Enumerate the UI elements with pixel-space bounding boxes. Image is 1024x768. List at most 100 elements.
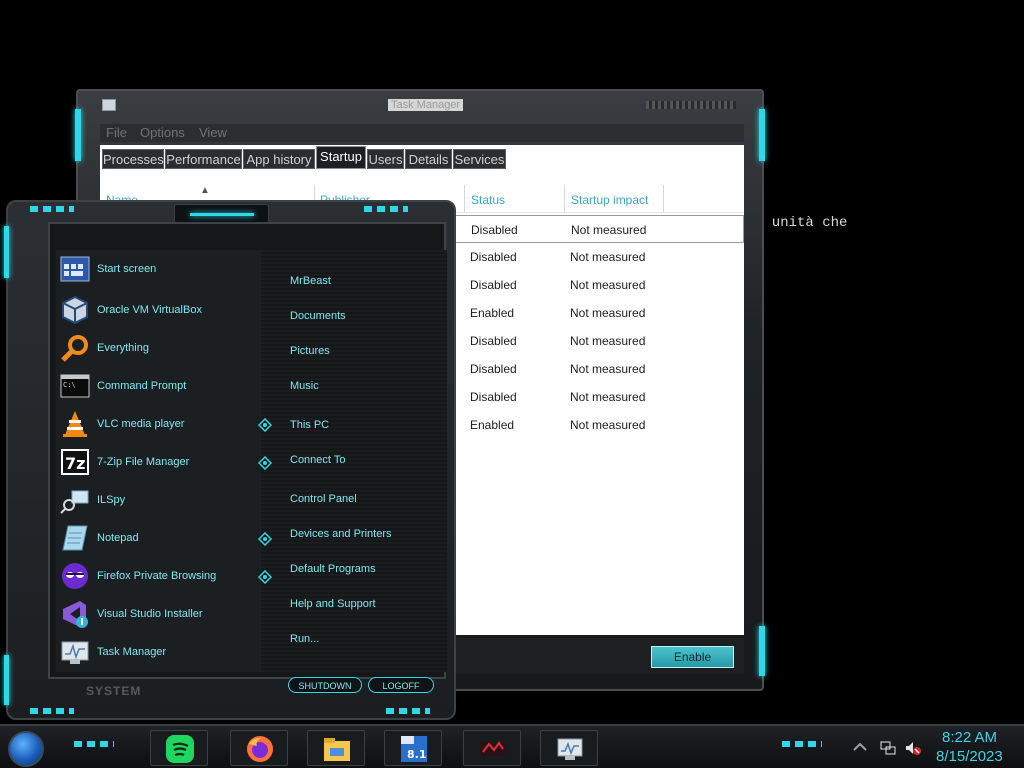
window-title: Task Manager [388,99,464,111]
column-divider[interactable] [663,185,664,213]
program-7zip[interactable]: 7z 7-Zip File Manager [58,445,258,481]
impact-cell: Not measured [570,250,646,264]
tab-processes[interactable]: Processes [102,149,164,169]
clock-time[interactable]: 8:22 AM [942,729,997,746]
column-divider[interactable] [464,185,465,213]
show-hidden-icons-icon[interactable] [852,740,868,756]
task-manager-icon [61,641,89,664]
logoff-button[interactable]: LOGOFF [368,677,434,693]
visual-studio-installer-icon [63,601,88,628]
taskbar-firefox[interactable] [230,730,288,766]
frame-dots [364,206,408,212]
submenu-arrow-icon[interactable] [258,532,272,546]
program-everything[interactable]: Everything [58,331,258,367]
frame-glow [4,226,9,278]
submenu-arrow-icon[interactable] [258,570,272,584]
shutdown-button[interactable]: SHUTDOWN [288,677,362,693]
menu-options[interactable]: Options [140,125,185,140]
volume-muted-icon[interactable] [905,740,921,756]
place-music[interactable]: Music [290,380,319,392]
program-label: Firefox Private Browsing [97,570,217,582]
tab-app-history[interactable]: App history [243,149,315,169]
impact-cell: Not measured [570,306,646,320]
program-label: ILSpy [97,494,126,506]
svg-text:C:\: C:\ [63,381,76,389]
title-bar[interactable]: Task Manager [98,97,746,117]
windows-8-1-icon: 8.1 [401,736,427,762]
taskbar-file-explorer[interactable] [307,730,365,766]
program-label: Notepad [97,532,139,544]
start-screen-icon [60,256,90,282]
command-prompt-icon: C:\ [60,374,90,398]
tab-users[interactable]: Users [367,149,404,169]
taskbar-media-player[interactable] [463,730,521,766]
impact-cell: Not measured [571,223,647,237]
program-virtualbox[interactable]: Oracle VM VirtualBox [58,293,258,329]
place-connect-to[interactable]: Connect To [290,454,345,466]
column-divider[interactable] [564,185,565,213]
taskbar-dots [74,741,114,747]
place-control-panel[interactable]: Control Panel [290,493,357,505]
status-cell: Disabled [470,390,517,404]
tab-performance[interactable]: Performance [165,149,242,169]
program-ilspy[interactable]: ILSpy [58,483,258,519]
tab-details[interactable]: Details [405,149,452,169]
program-firefox-private[interactable]: Firefox Private Browsing [58,559,258,595]
status-cell: Disabled [470,278,517,292]
frame-dots [30,206,74,212]
place-user-folder[interactable]: MrBeast [290,275,331,287]
enable-button[interactable]: Enable [651,646,734,668]
program-command-prompt[interactable]: C:\ Command Prompt [58,369,258,405]
notepad-icon [62,525,88,551]
taskbar-task-manager[interactable] [540,730,598,766]
frame-dots [30,708,74,714]
program-label: Command Prompt [97,380,187,392]
program-vlc[interactable]: VLC media player [58,407,258,443]
menu-view[interactable]: View [199,125,227,140]
impact-cell: Not measured [570,362,646,376]
status-cell: Disabled [470,362,517,376]
ilspy-icon [60,490,89,514]
file-explorer-icon [324,738,350,761]
tab-startup[interactable]: Startup [316,146,366,169]
program-start-screen[interactable]: Start screen [58,252,258,288]
submenu-arrow-icon[interactable] [258,456,272,470]
program-notepad[interactable]: Notepad [58,521,258,557]
window-controls[interactable] [646,101,736,109]
program-label: Visual Studio Installer [97,608,203,620]
program-visual-studio-installer[interactable]: Visual Studio Installer [58,597,258,633]
submenu-arrow-icon[interactable] [258,418,272,432]
column-status[interactable]: Status [471,193,505,207]
frame-glow [759,109,765,161]
program-label: Oracle VM VirtualBox [97,304,202,316]
program-label: VLC media player [97,418,185,430]
network-icon[interactable] [880,740,896,756]
program-task-manager[interactable]: Task Manager [58,635,258,671]
frame-glow [759,626,765,676]
start-menu: Start screen Oracle VM VirtualBox Everyt… [4,200,456,720]
status-cell: Enabled [470,418,515,432]
clock-date[interactable]: 8/15/2023 [936,748,1003,765]
column-startup-impact[interactable]: Startup impact [571,193,648,207]
taskbar-windows-8-1[interactable]: 8.1 [384,730,442,766]
svg-text:8.1: 8.1 [407,748,427,761]
7zip-icon: 7z [61,449,89,475]
start-orb-button[interactable] [8,731,44,767]
taskbar-spotify[interactable] [150,730,208,766]
place-pictures[interactable]: Pictures [290,345,330,357]
place-run[interactable]: Run... [290,633,319,645]
place-documents[interactable]: Documents [290,310,346,322]
status-cell: Disabled [470,250,517,264]
status-cell: Disabled [471,223,518,237]
impact-cell: Not measured [570,390,646,404]
system-label: SYSTEM [86,684,142,698]
place-devices-and-printers[interactable]: Devices and Printers [290,528,392,540]
menu-file[interactable]: File [106,125,127,140]
tab-services[interactable]: Services [453,149,506,169]
vlc-cone-icon [63,411,87,437]
place-help-and-support[interactable]: Help and Support [290,598,376,610]
place-default-programs[interactable]: Default Programs [290,563,376,575]
firefox-icon [247,736,273,762]
place-this-pc[interactable]: This PC [290,419,329,431]
impact-cell: Not measured [570,418,646,432]
